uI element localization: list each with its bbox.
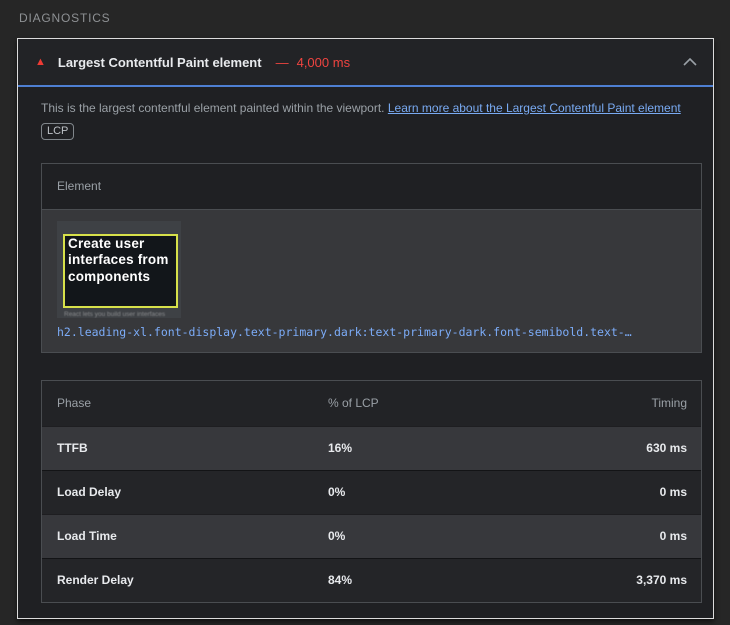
phase-percent: 0%	[328, 529, 660, 543]
card-body: This is the largest contentful element p…	[18, 87, 713, 603]
column-header-phase: Phase	[57, 396, 328, 410]
metric-dash: —	[276, 55, 289, 70]
lcp-term-badge: LCP	[41, 123, 74, 140]
chevron-up-icon[interactable]	[683, 58, 697, 66]
column-header-percent: % of LCP	[328, 396, 651, 410]
lcp-metric: — 4,000 ms	[276, 55, 350, 70]
element-preview-subtext: React lets you build user interfaces	[64, 311, 181, 318]
phase-label: Load Delay	[57, 485, 328, 499]
metric-value: 4,000 ms	[297, 55, 350, 70]
card-title: Largest Contentful Paint element	[58, 55, 262, 70]
table-row-ttfb: TTFB 16% 630 ms	[42, 426, 701, 470]
phase-timing: 0 ms	[660, 485, 701, 499]
lcp-card-header[interactable]: ▲ Largest Contentful Paint element — 4,0…	[18, 39, 713, 87]
phase-label: TTFB	[57, 441, 328, 455]
phase-percent: 0%	[328, 485, 660, 499]
phase-timing: 0 ms	[660, 529, 701, 543]
element-css-selector[interactable]: h2.leading-xl.font-display.text-primary.…	[57, 325, 686, 339]
table-header-row: Phase % of LCP Timing	[42, 381, 701, 426]
table-row-render-delay: Render Delay 84% 3,370 ms	[42, 558, 701, 602]
description: This is the largest contentful element p…	[41, 99, 702, 118]
element-section-body: Create user interfaces from components R…	[42, 210, 701, 352]
lcp-phases-table: Phase % of LCP Timing TTFB 16% 630 ms Lo…	[41, 380, 702, 603]
phase-percent: 84%	[328, 573, 636, 587]
element-highlight-box: Create user interfaces from components	[63, 234, 178, 308]
phase-timing: 3,370 ms	[636, 573, 701, 587]
table-row-load-delay: Load Delay 0% 0 ms	[42, 470, 701, 514]
phase-label: Render Delay	[57, 573, 328, 587]
description-text: This is the largest contentful element p…	[41, 101, 385, 115]
element-section: Element Create user interfaces from comp…	[41, 163, 702, 353]
table-row-load-time: Load Time 0% 0 ms	[42, 514, 701, 558]
element-preview-text: Create user interfaces from components	[68, 236, 173, 287]
element-section-header: Element	[42, 164, 701, 210]
phase-label: Load Time	[57, 529, 328, 543]
phase-timing: 630 ms	[646, 441, 701, 455]
diagnostics-section-title: DIAGNOSTICS	[19, 11, 110, 25]
lcp-insight-card: ▲ Largest Contentful Paint element — 4,0…	[17, 38, 714, 619]
phase-percent: 16%	[328, 441, 646, 455]
learn-more-link[interactable]: Learn more about the Largest Contentful …	[388, 101, 681, 115]
warning-triangle-icon: ▲	[35, 57, 46, 68]
element-screenshot-preview: Create user interfaces from components R…	[57, 221, 181, 318]
column-header-timing: Timing	[651, 396, 701, 410]
